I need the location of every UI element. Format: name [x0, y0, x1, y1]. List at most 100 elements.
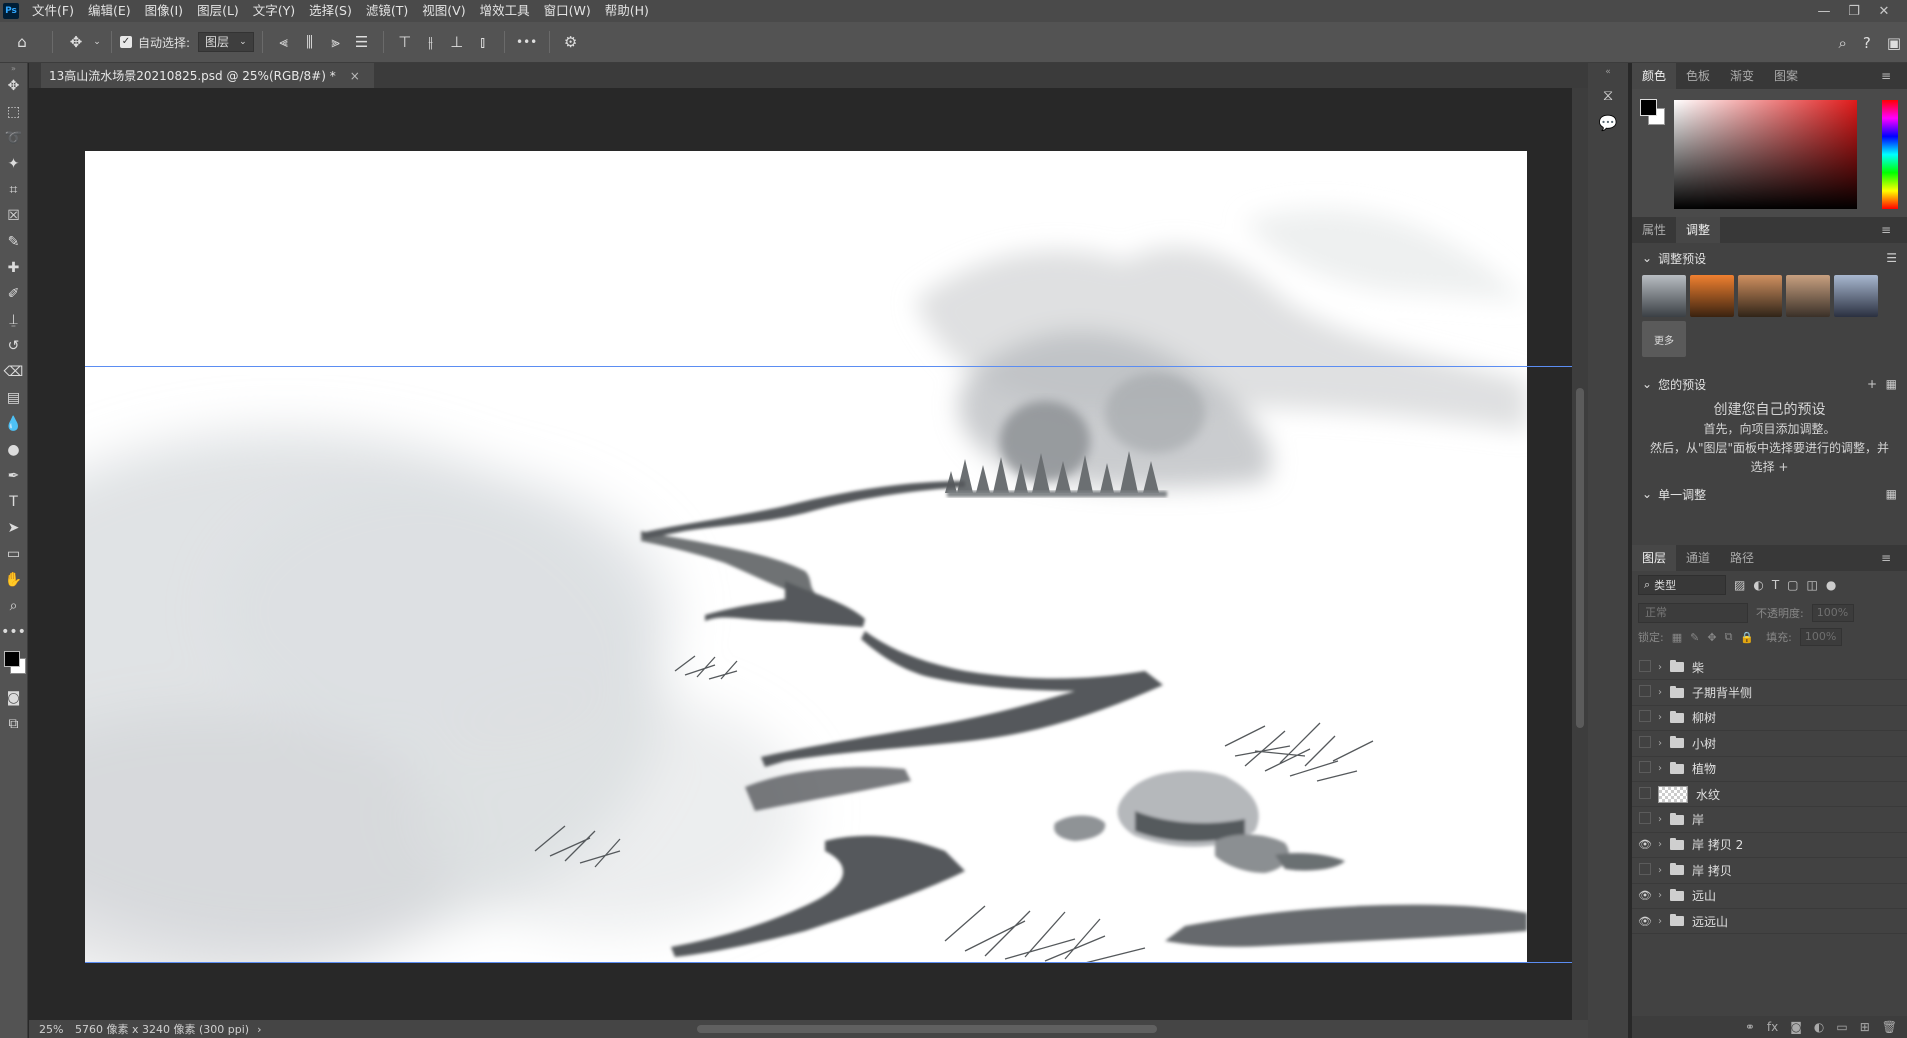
preset-thumbnail[interactable] [1834, 275, 1878, 317]
menu-item[interactable]: 选择(S) [302, 0, 359, 22]
path-select-tool-icon[interactable]: ➤ [0, 515, 27, 541]
folder-icon[interactable]: ▭ [1836, 1020, 1847, 1034]
saturation-brightness-field[interactable] [1674, 100, 1857, 209]
preset-thumbnail[interactable] [1786, 275, 1830, 317]
comments-panel-icon[interactable]: 💬 [1588, 109, 1628, 137]
hue-slider[interactable] [1882, 100, 1898, 209]
lock-pixels-icon[interactable]: ✎ [1690, 631, 1699, 644]
fill-input[interactable]: 100% [1799, 628, 1842, 646]
your-presets-header[interactable]: ⌄ 您的预设 + ▦ [1632, 373, 1907, 395]
fx-icon[interactable]: fx [1767, 1020, 1778, 1034]
edit-toolbar-icon[interactable]: ••• [0, 619, 27, 645]
close-window-button[interactable]: ✕ [1869, 4, 1899, 19]
layer-row[interactable]: › 岸 [1632, 807, 1907, 833]
layer-row[interactable]: › 小树 [1632, 731, 1907, 757]
layer-row[interactable]: › 植物 [1632, 757, 1907, 782]
lock-position-icon[interactable]: ✥ [1707, 631, 1716, 644]
pen-tool-icon[interactable]: ✒ [0, 463, 27, 489]
grid-view-icon[interactable]: ▦ [1886, 377, 1897, 391]
eye-icon[interactable]: 👁 [1632, 889, 1658, 902]
eraser-tool-icon[interactable]: ⌫ [0, 359, 27, 385]
foreground-color-swatch[interactable] [4, 651, 20, 667]
tab-adjustments[interactable]: 调整 [1676, 217, 1721, 243]
eye-icon[interactable]: 👁 [1632, 915, 1658, 928]
tab-color[interactable]: 颜色 [1632, 63, 1677, 89]
panel-menu-icon[interactable]: ≡ [1871, 217, 1901, 243]
hidden-eye-icon[interactable] [1632, 710, 1658, 725]
menu-item[interactable]: 增效工具 [473, 0, 537, 22]
rectangle-tool-icon[interactable]: ▭ [0, 541, 27, 567]
layer-row[interactable]: › 子期背半侧 [1632, 680, 1907, 706]
adjustment-icon[interactable]: ◐ [1814, 1020, 1824, 1034]
list-view-icon[interactable]: ☰ [1886, 251, 1897, 265]
align-center-h-icon[interactable]: ⫼ [297, 33, 323, 51]
hidden-eye-icon[interactable] [1632, 761, 1658, 776]
mask-icon[interactable]: ◙ [1790, 1020, 1802, 1034]
single-adjust-header[interactable]: ⌄ 单一调整 ▦ [1632, 483, 1907, 505]
tab-properties[interactable]: 属性 [1632, 217, 1676, 243]
canvas-area[interactable] [29, 88, 1594, 1020]
document-canvas[interactable] [85, 151, 1527, 963]
hidden-eye-icon[interactable] [1632, 685, 1658, 700]
zoom-tool-icon[interactable]: ⌕ [0, 593, 27, 619]
expand-arrow-icon[interactable]: › [1658, 839, 1670, 850]
layer-row[interactable]: 水纹 [1632, 782, 1907, 808]
move-tool-icon[interactable]: ✥ [61, 33, 91, 51]
expand-arrow-icon[interactable]: › [1658, 712, 1670, 723]
blend-mode-dropdown[interactable]: 正常 [1638, 603, 1748, 623]
more-presets-button[interactable]: 更多 [1642, 321, 1686, 357]
preset-thumbnail[interactable] [1738, 275, 1782, 317]
expand-arrow-icon[interactable]: › [1658, 916, 1670, 927]
eye-icon[interactable]: 👁 [1632, 838, 1658, 851]
distribute-v-icon[interactable]: ⫾ [470, 33, 496, 51]
type-filter-icon[interactable]: T [1772, 578, 1779, 592]
align-left-icon[interactable]: ⫷ [271, 33, 297, 51]
lock-all-icon[interactable]: 🔒 [1740, 631, 1754, 644]
menu-item[interactable]: 帮助(H) [598, 0, 656, 22]
history-panel-icon[interactable]: ⧖ [1588, 81, 1628, 109]
expand-arrow-icon[interactable]: › [1658, 738, 1670, 749]
tab-layers[interactable]: 图层 [1632, 545, 1677, 571]
presets-header[interactable]: ⌄ 调整预设 ☰ [1632, 247, 1907, 269]
minimize-button[interactable]: — [1809, 4, 1839, 19]
align-bottom-icon[interactable]: ⊥ [444, 33, 470, 51]
auto-select-checkbox[interactable]: ✓ [120, 36, 132, 48]
gear-icon[interactable]: ⚙ [558, 33, 584, 51]
foreground-color-chip[interactable] [1640, 99, 1657, 116]
guide-line[interactable] [85, 366, 1585, 367]
help-icon[interactable]: ? [1863, 34, 1871, 52]
smart-object-filter-icon[interactable]: ◫ [1807, 578, 1818, 592]
status-menu-arrow[interactable]: › [257, 1023, 261, 1036]
hidden-eye-icon[interactable] [1632, 812, 1658, 827]
magic-wand-tool-icon[interactable]: ✦ [0, 151, 27, 177]
layer-row[interactable]: 👁 › 岸 拷贝 2 [1632, 833, 1907, 859]
close-tab-button[interactable]: × [350, 69, 360, 83]
color-swatches[interactable] [0, 645, 28, 685]
lock-artboard-icon[interactable]: ⧉ [1725, 630, 1733, 644]
tab-gradients[interactable]: 渐变 [1720, 63, 1764, 89]
expand-arrow-icon[interactable]: › [1658, 814, 1670, 825]
chevron-down-icon[interactable]: ⌄ [91, 37, 103, 47]
lock-transparent-icon[interactable]: ▦ [1672, 631, 1682, 644]
frame-tool-icon[interactable]: ☒ [0, 203, 27, 229]
home-icon[interactable]: ⌂ [0, 33, 44, 51]
collapse-toolbar-icon[interactable]: » [0, 63, 27, 73]
align-top-icon[interactable]: ⊤ [392, 33, 418, 51]
menu-item[interactable]: 图像(I) [138, 0, 190, 22]
blur-tool-icon[interactable]: 💧 [0, 411, 27, 437]
layer-row[interactable]: › 柳树 [1632, 706, 1907, 732]
quick-mask-icon[interactable]: ◙ [0, 685, 27, 711]
menu-item[interactable]: 视图(V) [415, 0, 472, 22]
hidden-eye-icon[interactable] [1632, 660, 1658, 675]
collapse-dock-icon[interactable]: « [1588, 63, 1628, 81]
dodge-tool-icon[interactable]: ● [0, 437, 27, 463]
hidden-eye-icon[interactable] [1632, 863, 1658, 878]
healing-brush-tool-icon[interactable]: ✚ [0, 255, 27, 281]
stamp-tool-icon[interactable]: ⍊ [0, 307, 27, 333]
preset-thumbnail[interactable] [1642, 275, 1686, 317]
align-middle-icon[interactable]: ⫲ [418, 33, 444, 51]
opacity-input[interactable]: 100% [1811, 604, 1854, 622]
type-tool-icon[interactable]: T [0, 489, 27, 515]
layer-row[interactable]: 👁 › 远远山 [1632, 909, 1907, 935]
marquee-tool-icon[interactable]: ⬚ [0, 99, 27, 125]
